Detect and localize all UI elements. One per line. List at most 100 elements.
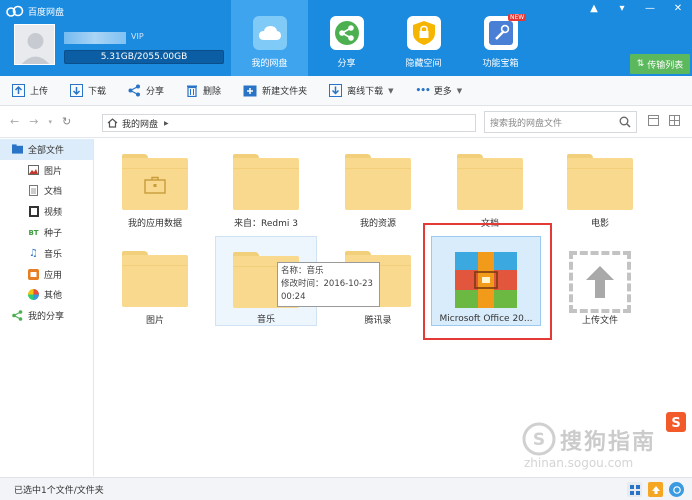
tooltip-time: 00:24 (281, 292, 306, 302)
delete-label: 删除 (203, 87, 222, 97)
file-name: 图片 (145, 316, 164, 326)
folder-icon (233, 154, 299, 210)
archive-file-item[interactable]: Microsoft Office 20... (431, 236, 541, 326)
sidebar-item-my-share[interactable]: 我的分享 (0, 305, 93, 326)
breadcrumb-separator-icon[interactable]: ▶ (164, 120, 169, 127)
status-bar: 已选中1个文件/文件夹 (0, 477, 692, 500)
offline-download-button[interactable]: 离线下载 ▼ (329, 80, 393, 102)
folder-item[interactable]: 我的资源 (327, 139, 429, 229)
download-icon (70, 84, 84, 97)
tooltip-name: 名称：音乐 (281, 266, 324, 276)
breadcrumb-my-disk[interactable]: 我的网盘 (122, 117, 158, 130)
upload-file-item[interactable]: 上传文件 (549, 236, 651, 326)
folder-item[interactable]: 电影 (549, 139, 651, 229)
sidebar-item-all-files[interactable]: 全部文件 (0, 139, 93, 160)
more-dots-icon: ••• (415, 85, 430, 96)
transfer-label: 传输列表 (647, 60, 684, 71)
sidebar-item-label: 种子 (44, 229, 63, 240)
transfer-icon: ⇅ (636, 59, 645, 69)
forward-arrow-icon[interactable]: → (29, 115, 38, 128)
username-blurred[interactable] (64, 32, 126, 44)
file-name: Microsoft Office 20... (439, 314, 533, 324)
new-folder-button[interactable]: 新建文件夹 (243, 80, 307, 102)
vip-badge[interactable]: VIP (131, 32, 144, 41)
other-pie-icon (28, 289, 39, 301)
breadcrumb[interactable]: 我的网盘 ▶ (102, 114, 476, 132)
folder-icon (457, 154, 523, 210)
sidebar-item-documents[interactable]: 文档 (0, 181, 93, 202)
menu-icon[interactable]: ▾ (608, 0, 636, 16)
more-label: 更多 (433, 87, 452, 97)
search-placeholder: 搜索我的网盘文件 (490, 118, 563, 129)
briefcase-icon (144, 176, 166, 194)
sidebar-item-torrents[interactable]: BT 种子 (0, 222, 93, 243)
sidebar-item-label: 音乐 (44, 249, 63, 260)
refresh-icon[interactable]: ↻ (62, 115, 71, 128)
sidebar-item-label: 图片 (44, 166, 63, 177)
share-icon (329, 16, 364, 50)
list-view-icon[interactable] (648, 115, 659, 126)
sidebar-item-images[interactable]: 图片 (0, 160, 93, 181)
transfer-list-button[interactable]: ⇅ 传输列表 (630, 54, 690, 74)
folder-item[interactable]: 来自：Redmi 3 (215, 139, 317, 229)
nav-toolbox[interactable]: NEW 功能宝箱 (462, 0, 539, 76)
history-chevron-icon[interactable]: ▾ (48, 118, 52, 126)
minimize-icon[interactable]: — (636, 0, 664, 16)
sidebar-item-label: 全部文件 (28, 145, 65, 156)
close-icon[interactable]: ✕ (664, 0, 692, 16)
folder-icon (567, 154, 633, 210)
nav-label: 分享 (337, 59, 356, 69)
back-arrow-icon[interactable]: ← (10, 115, 19, 128)
sidebar-item-videos[interactable]: 视频 (0, 201, 93, 222)
window-title: 百度网盘 (6, 3, 64, 19)
bt-icon: BT (28, 228, 39, 237)
sidebar-item-label: 应用 (44, 270, 63, 281)
file-name: 上传文件 (581, 316, 618, 326)
upload-placeholder (567, 251, 633, 313)
avatar[interactable] (14, 24, 55, 65)
nav-label: 隐藏空间 (405, 59, 442, 69)
tooltip-modified: 修改时间：2016-10-23 (281, 279, 373, 289)
sidebar-item-label: 文档 (44, 187, 63, 198)
grid-view-icon[interactable] (669, 115, 680, 126)
upload-dashed-box (569, 251, 631, 313)
main-nav: 我的网盘 分享 隐藏空间 NEW 功能宝箱 (231, 0, 539, 76)
nav-hidden-space[interactable]: 隐藏空间 (385, 0, 462, 76)
sidebar-item-label: 其他 (44, 291, 63, 302)
share-label: 分享 (146, 87, 165, 97)
upgrade-icon[interactable] (648, 482, 663, 497)
document-icon (28, 185, 39, 197)
assistant-icon[interactable] (669, 482, 684, 497)
view-switcher (648, 115, 680, 126)
skin-icon[interactable]: ▲ (580, 0, 608, 16)
chevron-down-icon: ▼ (388, 86, 394, 95)
nav-share[interactable]: 分享 (308, 0, 385, 76)
file-name: 腾讯录 (364, 316, 392, 326)
search-input[interactable]: 搜索我的网盘文件 (484, 111, 637, 133)
folder-item[interactable]: 文档 (439, 139, 541, 229)
folder-item[interactable]: 图片 (104, 236, 206, 326)
download-button[interactable]: 下载 (70, 80, 106, 102)
sidebar-item-apps[interactable]: 应用 (0, 264, 93, 285)
delete-button[interactable]: 删除 (186, 80, 221, 102)
history-nav: ← → ▾ ↻ (10, 115, 71, 128)
search-icon[interactable] (619, 116, 631, 128)
apps-grid-icon[interactable] (627, 482, 642, 497)
video-icon (28, 206, 39, 218)
toolbar: 上传 下载 分享 删除 新建文件夹 离线下载 ▼ ••• 更多 ▼ (0, 76, 692, 106)
download-label: 下载 (88, 87, 107, 97)
sidebar-item-other[interactable]: 其他 (0, 285, 93, 306)
folder-item[interactable]: 我的应用数据 (104, 139, 206, 229)
sidebar: 全部文件 图片 文档 视频 BT 种子 ♫ 音乐 应用 其他 我的分享 (0, 139, 94, 476)
upload-button[interactable]: 上传 (12, 80, 48, 102)
user-silhouette-icon (21, 33, 50, 64)
folder-icon (12, 144, 23, 155)
home-icon[interactable] (107, 118, 118, 128)
folder-tooltip: 名称：音乐 修改时间：2016-10-23 00:24 (277, 262, 380, 307)
nav-my-disk[interactable]: 我的网盘 (231, 0, 308, 76)
app-header: 百度网盘 ▲ ▾ — ✕ VIP 5.31GB/2055.00GB 我的网盘 分… (0, 0, 692, 76)
more-button[interactable]: ••• 更多 ▼ (415, 80, 462, 102)
nav-label: 功能宝箱 (482, 59, 519, 69)
share-button[interactable]: 分享 (128, 80, 164, 102)
sidebar-item-music[interactable]: ♫ 音乐 (0, 243, 93, 264)
